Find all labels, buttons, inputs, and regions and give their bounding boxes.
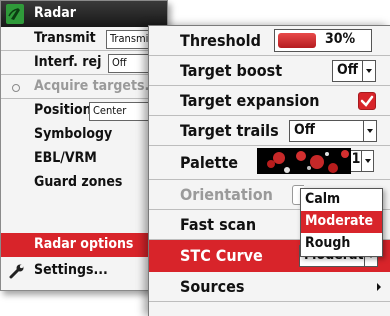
option-label: STC Curve xyxy=(180,246,263,265)
radar-options-menu: Threshold 30% Target boost Off Target ex… xyxy=(148,25,390,316)
option-label: Target trails xyxy=(180,121,279,140)
option-sources[interactable]: Sources xyxy=(149,272,390,302)
select-value: Off xyxy=(294,122,315,138)
menu-item-acquire-targets[interactable]: Acquire targets... xyxy=(1,75,167,99)
menu-item-settings[interactable]: Settings... xyxy=(1,259,167,283)
option-target-trails[interactable]: Target trails Off xyxy=(149,116,390,146)
menu-item-label: Radar options xyxy=(34,236,134,252)
chevron-down-icon xyxy=(363,121,376,141)
menu-item-label: Guard zones xyxy=(34,174,123,190)
stc-curve-options-list: Calm Moderate Rough xyxy=(300,188,383,257)
chevron-down-icon[interactable] xyxy=(361,150,374,172)
check-icon xyxy=(360,95,374,107)
chevron-down-icon xyxy=(362,61,375,81)
menu-item-label: Settings... xyxy=(34,262,108,278)
option-text: Rough xyxy=(305,235,351,251)
radar-menu-title: Radar xyxy=(34,5,76,21)
palette-preview xyxy=(257,148,351,174)
option-threshold[interactable]: Threshold 30% xyxy=(149,26,390,56)
menu-item-radar-options[interactable]: Radar options xyxy=(1,233,167,257)
option-text: Calm xyxy=(305,191,341,207)
target-boost-select[interactable]: Off xyxy=(332,60,376,82)
menu-item-symbology[interactable]: Symbology xyxy=(1,123,167,147)
target-trails-select[interactable]: Off xyxy=(289,120,377,142)
palette-number: 1 xyxy=(351,150,361,172)
menu-item-interference-rejection[interactable]: Interf. rej Off xyxy=(1,51,167,75)
option-label: Target expansion xyxy=(180,91,320,110)
select-value: Off xyxy=(337,62,358,78)
menu-item-label: EBL/VRM xyxy=(34,150,97,166)
menu-item-transmit[interactable]: Transmit Transmit xyxy=(1,27,167,51)
option-label: Target boost xyxy=(180,61,283,80)
chevron-right-icon xyxy=(377,283,381,291)
radar-menu-header: Radar xyxy=(1,1,167,27)
threshold-value: 30% xyxy=(325,31,356,47)
stc-option-moderate[interactable]: Moderate xyxy=(301,211,382,233)
menu-item-label: Position xyxy=(34,102,92,118)
radar-menu: Radar Transmit Transmit Interf. rej Off … xyxy=(0,0,168,291)
threshold-slider[interactable]: 30% xyxy=(274,29,372,52)
option-label: Palette xyxy=(180,153,239,172)
option-target-boost[interactable]: Target boost Off xyxy=(149,56,390,86)
wrench-icon xyxy=(9,263,25,283)
menu-item-guard-zones[interactable]: Guard zones xyxy=(1,171,167,195)
option-label: Fast scan xyxy=(180,215,257,234)
option-label: Sources xyxy=(180,277,245,296)
target-expansion-checkbox[interactable] xyxy=(358,92,376,110)
position-select[interactable]: Center xyxy=(89,102,154,121)
option-label: Orientation xyxy=(180,185,273,204)
menu-item-label: Transmit xyxy=(34,30,96,46)
option-text: Moderate xyxy=(305,213,374,229)
menu-item-label: Acquire targets... xyxy=(34,78,159,94)
stc-option-rough[interactable]: Rough xyxy=(301,233,382,255)
radio-indicator-icon xyxy=(12,84,20,92)
menu-item-label: Symbology xyxy=(34,126,113,142)
option-target-expansion[interactable]: Target expansion xyxy=(149,86,390,116)
menu-item-position[interactable]: Position Center xyxy=(1,99,167,123)
option-palette[interactable]: Palette 1 xyxy=(149,146,390,180)
option-label: Threshold xyxy=(180,31,261,50)
menu-item-ebl-vrm[interactable]: EBL/VRM xyxy=(1,147,167,171)
threshold-level-bar xyxy=(278,33,316,48)
stc-option-calm[interactable]: Calm xyxy=(301,189,382,211)
radar-logo-icon xyxy=(6,4,24,24)
menu-item-label: Interf. rej xyxy=(34,54,102,70)
